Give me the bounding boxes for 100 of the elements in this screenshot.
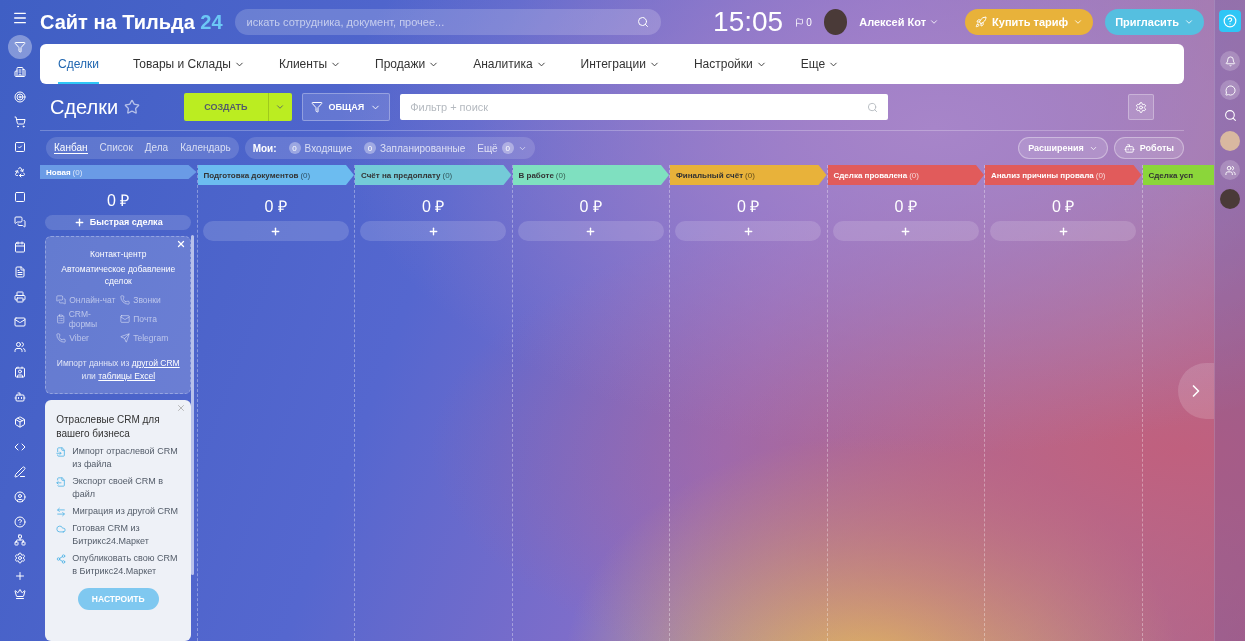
flag-icon [795,17,805,27]
menu-link[interactable]: Миграция из другой CRM [72,504,179,518]
buy-plan-button[interactable]: Купить тариф [965,9,1094,35]
mail-icon [120,314,131,325]
robot-icon [1123,142,1135,154]
menu-link[interactable]: Опубликовать свою CRM в Битрикс24.Маркет [72,551,181,578]
filter-field[interactable]: Фильтр + поиск [400,94,889,120]
search-icon[interactable] [1223,109,1237,122]
stage-header[interactable]: В работе (0) [512,165,669,185]
help-icon[interactable] [14,516,26,528]
stage-count: (0) [909,170,919,180]
stage-header[interactable]: Анализ причины провала (0) [985,165,1142,185]
nav-tab[interactable]: Еще [800,44,840,84]
view-tab[interactable]: Календарь [180,142,231,154]
search-field[interactable]: искать сотрудника, документ, прочее... [234,9,662,35]
group-chat-button[interactable] [1220,160,1240,180]
stage-name: Анализ причины провала [991,170,1094,180]
flag-counter[interactable]: 0 [795,16,812,28]
settings-icon[interactable] [14,552,26,564]
sidebar-item[interactable] [8,35,32,59]
help-icon [1223,14,1237,28]
caret-icon [275,102,285,112]
stage-header[interactable]: Сделка провалена (0) [827,165,984,185]
view-tab[interactable]: Список [99,142,133,154]
robots-button[interactable]: Роботы [1113,137,1184,159]
stage-amount: 0 ₽ [422,197,445,213]
stage-amount: 0 ₽ [1052,197,1075,213]
user-name[interactable]: Алексей Кот [859,16,940,28]
quick-deal-button[interactable]: Быстрая сделка [45,215,192,230]
checkbox-icon [14,141,26,153]
stage-count: (0) [442,170,453,180]
scrollbar[interactable] [191,235,194,575]
close-button[interactable] [176,238,187,249]
users-icon [14,341,26,353]
channel-link[interactable]: Почта [120,309,181,330]
channel-link[interactable]: Онлайн-чат [56,295,117,306]
plus-icon [270,225,282,237]
extensions-button[interactable]: Расширения [1018,137,1108,159]
avatar-placeholder[interactable] [823,9,848,35]
nav-tab[interactable]: Товары и Склады [132,44,245,84]
import-text: Импорт данных из другой CRM или таблицы Excel [56,357,181,383]
excel-link[interactable]: таблицы Excel [98,370,156,381]
counter-filter[interactable]: 0 Запланированные [364,142,466,154]
avatar-placeholder[interactable] [1220,131,1240,151]
nav-tab[interactable]: Клиенты [278,44,342,84]
channel-link[interactable]: CRM-формы [56,309,117,330]
stage-header[interactable]: Финальный счёт (0) [670,165,827,185]
other-crm-link[interactable]: другой CRM [131,358,180,369]
menu-link[interactable]: Готовая CRM из Битрикс24.Маркет [72,521,181,548]
channel-link[interactable]: Telegram [120,333,181,344]
card-title: Отраслевые CRM для вашего бизнеса [56,412,161,441]
file-export-icon [56,476,67,487]
stage-header[interactable]: Счёт на предоплату (0) [355,165,512,185]
channel-link[interactable]: Звонки [120,295,181,306]
paper-plane-icon [120,333,131,344]
star-icon[interactable] [124,99,141,115]
chat-button[interactable] [1220,80,1240,100]
menu-icon[interactable] [12,10,28,26]
settings-button[interactable] [1128,94,1154,120]
caret-icon [1073,17,1084,27]
invite-button[interactable]: Пригласить [1105,9,1204,35]
mail-icon [14,316,26,328]
package-icon [14,416,26,428]
plus-icon[interactable] [14,570,26,582]
stage-header[interactable]: Новая (0) [40,165,197,180]
plus-icon [73,216,85,228]
avatar-placeholder[interactable] [1220,189,1240,209]
plus-icon [585,225,597,237]
counter-filter[interactable]: 0 Входящие [288,142,352,154]
arrows-icon [56,506,67,517]
view-tab[interactable]: Дела [144,142,169,154]
rocket-icon [975,16,988,28]
network-icon[interactable] [14,534,26,546]
plus-icon [900,225,912,237]
page-title: Сделки [50,95,119,119]
stage-header[interactable]: Сделка усп [1142,165,1214,185]
portal-title[interactable]: Сайт на Тильда 24 [40,10,223,34]
nav-tab[interactable]: Настройки [693,44,767,84]
plus-icon [1057,225,1069,237]
channel-link[interactable]: Viber [56,333,117,344]
help-button[interactable] [1219,10,1241,32]
target-icon [14,91,26,103]
filter-preset-button[interactable]: ОБЩАЯ [301,93,391,121]
plus-icon [427,225,439,237]
building-icon [14,66,26,78]
file-import-icon [56,446,67,457]
notifications-button[interactable] [1220,51,1240,71]
view-tab[interactable]: Канбан [54,142,88,154]
stage-name: Сделка усп [1148,170,1194,180]
phone-icon [120,295,131,306]
nav-tab[interactable]: Продажи [375,44,440,84]
nav-tab[interactable]: Интеграции [580,44,660,84]
menu-link[interactable]: Экспорт своей CRM в файл [72,474,181,501]
menu-link[interactable]: Импорт отраслевой CRM из файла [72,444,181,471]
plus-icon [742,225,754,237]
crown-icon[interactable] [14,588,26,600]
nav-tab[interactable]: Аналитика [473,44,547,84]
nav-tab[interactable]: Сделки [58,44,99,84]
stage-header[interactable]: Подготовка документов (0) [197,165,354,185]
stage-amount: 0 ₽ [894,197,917,213]
